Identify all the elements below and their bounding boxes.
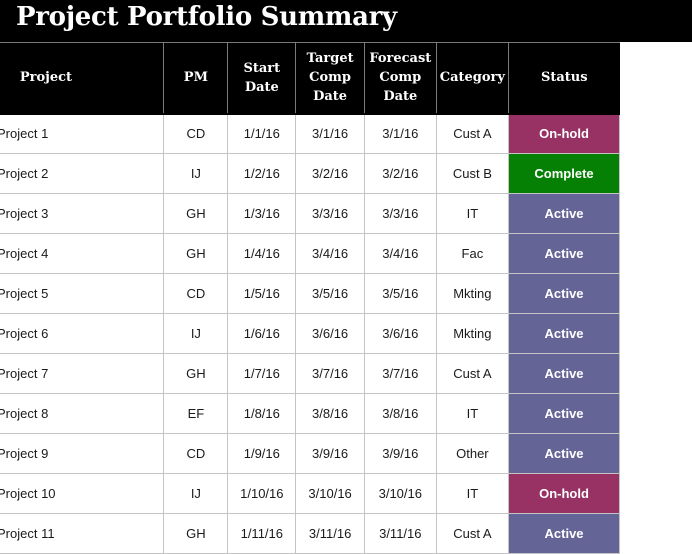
table-row: Project 9 CD 1/9/16 3/9/16 3/9/16 Other Active	[0, 433, 620, 474]
start-date-cell[interactable]: 1/2/16	[227, 153, 297, 194]
project-cell[interactable]: Project 5	[0, 273, 165, 314]
category-cell[interactable]: Cust A	[435, 513, 510, 554]
status-cell[interactable]: Active	[508, 513, 620, 554]
project-cell[interactable]: Project 2	[0, 153, 165, 194]
page-title: Project Portfolio Summary	[16, 2, 397, 32]
project-cell[interactable]: Project 1	[0, 112, 165, 154]
project-cell[interactable]: Project 9	[0, 433, 165, 474]
table-row: Project 11 GH 1/11/16 3/11/16 3/11/16 Cust AA…	[0, 513, 620, 554]
forecast-date-cell[interactable]: 3/2/16	[363, 153, 437, 194]
status-cell[interactable]: Active	[508, 433, 620, 474]
category-cell[interactable]: Mkting	[435, 313, 510, 354]
header-pm[interactable]: PM	[163, 42, 228, 114]
project-cell[interactable]: Project 4	[0, 233, 165, 274]
start-date-cell[interactable]: 1/4/16	[227, 233, 297, 274]
table-row: Project 3 GH 1/3/16 3/3/16 3/3/16 IT Active	[0, 193, 620, 234]
forecast-date-cell[interactable]: 3/3/16	[363, 193, 437, 234]
target-date-cell[interactable]: 3/9/16	[295, 433, 365, 474]
header-forecast-comp-date[interactable]: Forecast Comp Date	[363, 42, 437, 114]
header-project[interactable]: Project	[0, 42, 164, 114]
forecast-date-cell[interactable]: 3/6/16	[363, 313, 437, 354]
project-cell[interactable]: Project 8	[0, 393, 165, 434]
table-row: Project 8 EF 1/8/16 3/8/16 3/8/16 IT Active	[0, 393, 620, 434]
forecast-date-cell[interactable]: 3/10/16	[363, 473, 437, 514]
status-cell[interactable]: On-hold	[508, 112, 620, 154]
project-cell[interactable]: Project 6	[0, 313, 165, 354]
start-date-cell[interactable]: 1/7/16	[227, 353, 297, 394]
category-cell[interactable]: Fac	[435, 233, 510, 274]
table-row: Project 5 CD 1/5/16 3/5/16 3/5/16 Mkting Activ…	[0, 273, 620, 314]
status-cell[interactable]: Active	[508, 233, 620, 274]
header-row: Project PM Start Date Target Comp Date F…	[0, 42, 620, 114]
pm-cell[interactable]: EF	[163, 393, 229, 434]
target-date-cell[interactable]: 3/3/16	[295, 193, 365, 234]
forecast-date-cell[interactable]: 3/5/16	[363, 273, 437, 314]
target-date-cell[interactable]: 3/11/16	[295, 513, 365, 554]
start-date-cell[interactable]: 1/11/16	[227, 513, 297, 554]
target-date-cell[interactable]: 3/6/16	[295, 313, 365, 354]
pm-cell[interactable]: IJ	[163, 153, 229, 194]
table-row: Project 6 IJ 1/6/16 3/6/16 3/6/16 Mkting Activ…	[0, 313, 620, 354]
project-cell[interactable]: Project 11	[0, 513, 165, 554]
status-cell[interactable]: Active	[508, 313, 620, 354]
forecast-date-cell[interactable]: 3/8/16	[363, 393, 437, 434]
target-date-cell[interactable]: 3/5/16	[295, 273, 365, 314]
header-category[interactable]: Category	[435, 42, 509, 114]
pm-cell[interactable]: CD	[163, 112, 229, 154]
category-cell[interactable]: Cust B	[435, 153, 510, 194]
status-cell[interactable]: Active	[508, 193, 620, 234]
target-date-cell[interactable]: 3/8/16	[295, 393, 365, 434]
category-cell[interactable]: Mkting	[435, 273, 510, 314]
target-date-cell[interactable]: 3/7/16	[295, 353, 365, 394]
pm-cell[interactable]: IJ	[163, 313, 229, 354]
category-cell[interactable]: Other	[435, 433, 510, 474]
header-status[interactable]: Status	[508, 42, 620, 114]
start-date-cell[interactable]: 1/3/16	[227, 193, 297, 234]
project-cell[interactable]: Project 3	[0, 193, 165, 234]
pm-cell[interactable]: CD	[163, 273, 229, 314]
target-date-cell[interactable]: 3/1/16	[295, 112, 365, 154]
table-row: Project 10 IJ 1/10/16 3/10/16 3/10/16 IT On-ho…	[0, 473, 620, 514]
category-cell[interactable]: IT	[435, 193, 510, 234]
pm-cell[interactable]: CD	[163, 433, 229, 474]
pm-cell[interactable]: GH	[163, 193, 229, 234]
pm-cell[interactable]: IJ	[163, 473, 229, 514]
start-date-cell[interactable]: 1/8/16	[227, 393, 297, 434]
project-cell[interactable]: Project 10	[0, 473, 165, 514]
table-row: Project 7 GH 1/7/16 3/7/16 3/7/16 Cust A Activ…	[0, 353, 620, 394]
start-date-cell[interactable]: 1/10/16	[227, 473, 297, 514]
forecast-date-cell[interactable]: 3/9/16	[363, 433, 437, 474]
pm-cell[interactable]: GH	[163, 353, 229, 394]
category-cell[interactable]: IT	[435, 393, 510, 434]
title-bar: Project Portfolio Summary	[0, 0, 692, 42]
header-start-date[interactable]: Start Date	[227, 42, 296, 114]
forecast-date-cell[interactable]: 3/4/16	[363, 233, 437, 274]
forecast-date-cell[interactable]: 3/7/16	[363, 353, 437, 394]
table-row: Project 4 GH 1/4/16 3/4/16 3/4/16 Fac Active	[0, 233, 620, 274]
category-cell[interactable]: IT	[435, 473, 510, 514]
start-date-cell[interactable]: 1/6/16	[227, 313, 297, 354]
target-date-cell[interactable]: 3/2/16	[295, 153, 365, 194]
pm-cell[interactable]: GH	[163, 233, 229, 274]
start-date-cell[interactable]: 1/1/16	[227, 112, 297, 154]
forecast-date-cell[interactable]: 3/11/16	[363, 513, 437, 554]
status-cell[interactable]: Active	[508, 353, 620, 394]
forecast-date-cell[interactable]: 3/1/16	[363, 112, 437, 154]
status-cell[interactable]: Active	[508, 393, 620, 434]
pm-cell[interactable]: GH	[163, 513, 229, 554]
category-cell[interactable]: Cust A	[435, 353, 510, 394]
project-cell[interactable]: Project 7	[0, 353, 165, 394]
target-date-cell[interactable]: 3/4/16	[295, 233, 365, 274]
status-cell[interactable]: On-hold	[508, 473, 620, 514]
category-cell[interactable]: Cust A	[435, 112, 510, 154]
status-cell[interactable]: Active	[508, 273, 620, 314]
target-date-cell[interactable]: 3/10/16	[295, 473, 365, 514]
table-row: Project 2 IJ 1/2/16 3/2/16 3/2/16 Cust B Compl…	[0, 153, 620, 194]
start-date-cell[interactable]: 1/9/16	[227, 433, 297, 474]
header-target-comp-date[interactable]: Target Comp Date	[295, 42, 365, 114]
table-row: Project 1 CD 1/1/16 3/1/16 3/1/16 Cust A On-ho…	[0, 112, 620, 154]
start-date-cell[interactable]: 1/5/16	[227, 273, 297, 314]
portfolio-table: Project PM Start Date Target Comp Date F…	[0, 42, 620, 554]
status-cell[interactable]: Complete	[508, 153, 620, 194]
